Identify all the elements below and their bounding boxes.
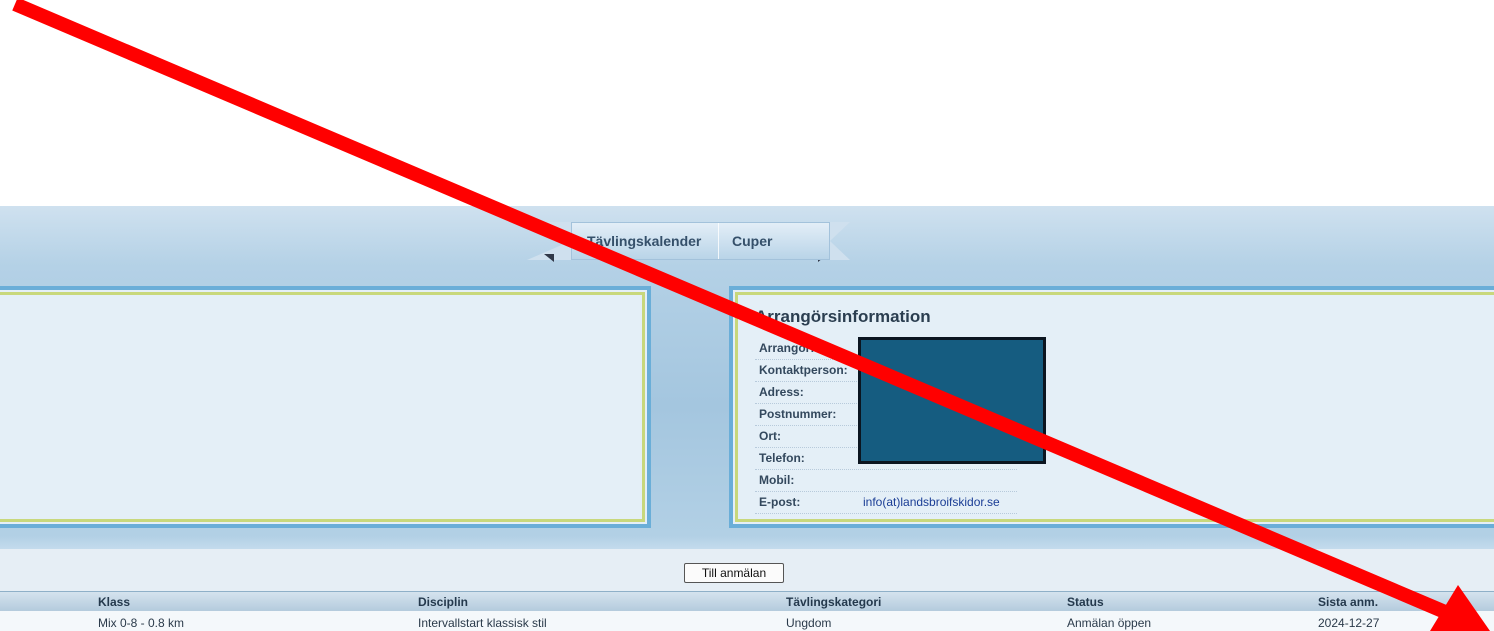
organizer-row-mobil: Mobil: [755,470,1017,492]
column-header-sista-anm[interactable]: Sista anm. [1318,595,1378,609]
event-info-panel [0,286,651,528]
tab-tavlingskalender[interactable]: Tävlingskalender [587,223,701,259]
nav-ribbon-right [830,222,850,260]
email-link[interactable]: info(at)landsbroifskidor.se [863,495,1000,509]
class-table-header: Klass Disciplin Tävlingskategori Status … [0,591,1494,611]
column-header-klass[interactable]: Klass [98,595,130,609]
field-label: E-post: [759,495,801,509]
tab-separator [718,223,719,259]
cell-klass: Mix 0-8 - 0.8 km [98,616,185,630]
field-label: Postnummer: [759,407,837,421]
organizer-title: Arrangörsinformation [755,307,931,326]
cell-sista-anm: 2024-12-27 [1318,616,1380,630]
field-label: Ort: [759,429,781,443]
panel-inner-border [0,292,645,522]
field-label: Telefon: [759,451,805,465]
main-navigation: Tävlingskalender Cuper [571,222,830,260]
field-label: Mobil: [759,473,795,487]
column-header-disciplin[interactable]: Disciplin [418,595,468,609]
cell-status: Anmälan öppen [1067,616,1152,630]
cell-disciplin: Intervallstart klassisk stil [418,616,547,630]
cell-kategori: Ungdom [786,616,832,630]
field-label: Arrangör: [759,341,815,355]
field-label: Kontaktperson: [759,363,848,377]
signup-button[interactable]: Till anmälan [684,563,784,583]
organizer-row-epost: E-post: info(at)landsbroifskidor.se [755,492,1017,514]
column-header-status[interactable]: Status [1067,595,1104,609]
redaction-box [858,337,1046,464]
tab-cuper[interactable]: Cuper [732,223,772,259]
field-label: Adress: [759,385,804,399]
table-row[interactable]: Mix 0-8 - 0.8 km Intervallstart klassisk… [0,611,1494,631]
nav-ribbon-fold-left [544,254,554,262]
column-header-kategori[interactable]: Tävlingskategori [786,595,881,609]
